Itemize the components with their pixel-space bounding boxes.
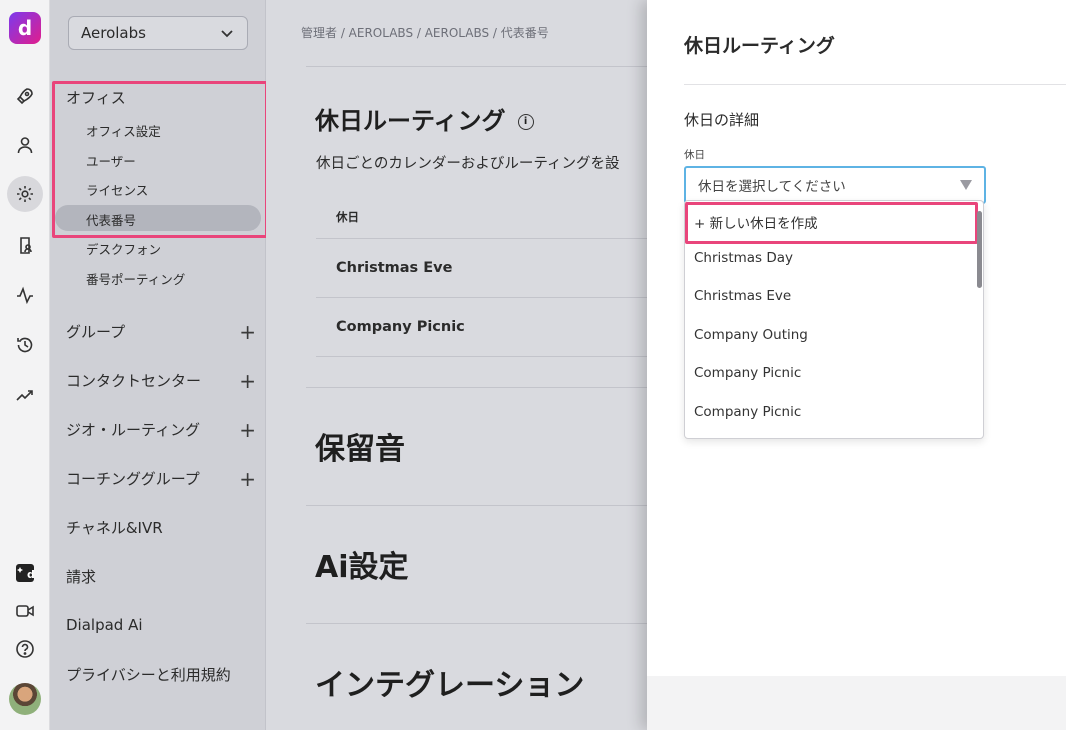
clipboard-person-icon[interactable] — [9, 229, 41, 261]
table-row[interactable]: Company Picnic — [336, 319, 465, 335]
gear-icon[interactable] — [7, 176, 43, 212]
main-content: 管理者 / AEROLABS / AEROLABS / 代表番号 休日ルーティン… — [266, 0, 647, 730]
list-item[interactable]: Company Outing — [694, 327, 808, 343]
nav-contact-center-label: コンタクトセンター — [66, 372, 202, 390]
holiday-routing-title-text: 休日ルーティング — [315, 107, 506, 135]
rocket-icon[interactable] — [9, 80, 41, 112]
svg-text:d: d — [27, 568, 35, 581]
nav-users[interactable]: ユーザー — [86, 151, 136, 170]
holiday-select[interactable]: 休日を選択してください — [684, 166, 986, 204]
divider — [684, 84, 1066, 85]
nav-geo-routing-label: ジオ・ルーティング — [66, 421, 201, 439]
nav-channels-ivr[interactable]: チャネル&IVR — [66, 517, 256, 538]
trend-icon[interactable] — [9, 379, 41, 411]
nav-office[interactable]: オフィス — [66, 87, 126, 108]
nav-privacy-terms[interactable]: プライバシーと利用規約 — [66, 664, 256, 685]
activity-icon[interactable] — [9, 279, 41, 311]
plus-icon[interactable]: + — [239, 322, 256, 342]
list-item[interactable]: Christmas Eve — [694, 288, 791, 304]
holiday-routing-title: 休日ルーティング i — [315, 101, 534, 136]
info-icon[interactable]: i — [517, 114, 534, 130]
plus-icon[interactable]: + — [239, 420, 256, 440]
dialpad-logo-icon[interactable]: d — [9, 12, 41, 44]
holiday-dropdown-list: + 新しい休日を作成 Christmas Day Christmas Eve C… — [684, 200, 984, 439]
nav-contact-center[interactable]: コンタクトセンター + — [66, 370, 256, 391]
holiday-routing-description: 休日ごとのカレンダーおよびルーティングを設 — [316, 156, 620, 172]
nav-dialpad-ai[interactable]: Dialpad Ai — [66, 616, 256, 634]
nav-coaching-groups-label: コーチンググループ — [66, 470, 200, 488]
plus-icon[interactable]: + — [239, 469, 256, 489]
nav-groups-label: グループ — [66, 323, 126, 341]
divider — [316, 297, 647, 298]
drawer-footer — [647, 676, 1066, 730]
table-header-holiday: 休日 — [336, 210, 359, 224]
nav-number-porting[interactable]: 番号ポーティング — [86, 269, 185, 288]
nav-groups[interactable]: グループ + — [66, 321, 256, 342]
divider — [316, 356, 647, 357]
divider — [306, 623, 647, 624]
dropdown-caret-icon — [960, 180, 972, 190]
person-icon[interactable] — [9, 129, 41, 161]
nav-privacy-terms-label: プライバシーと利用規約 — [66, 666, 231, 684]
holiday-routing-drawer: 休日ルーティング 休日の詳細 休日 休日を選択してください + 新しい休日を作成… — [647, 0, 1066, 730]
settings-sidebar: Aerolabs オフィス オフィス設定 ユーザー ライセンス 代表番号 デスク… — [50, 0, 268, 730]
ai-settings-title: Ai設定 — [315, 550, 409, 585]
nav-dialpad-ai-label: Dialpad Ai — [66, 616, 143, 634]
dialpad-ai-icon[interactable]: d — [9, 557, 41, 589]
nav-main-line[interactable]: 代表番号 — [86, 210, 136, 229]
hold-music-title: 保留音 — [315, 432, 405, 467]
org-selector[interactable]: Aerolabs — [68, 16, 248, 50]
nav-geo-routing[interactable]: ジオ・ルーティング + — [66, 419, 256, 440]
list-item[interactable]: Company Picnic — [694, 404, 801, 420]
history-icon[interactable] — [9, 329, 41, 361]
help-icon[interactable] — [9, 633, 41, 665]
breadcrumb: 管理者 / AEROLABS / AEROLABS / 代表番号 — [301, 26, 549, 40]
divider — [306, 387, 647, 388]
drawer-title: 休日ルーティング — [684, 35, 835, 57]
nav-licenses[interactable]: ライセンス — [86, 180, 148, 199]
nav-coaching-groups[interactable]: コーチンググループ + — [66, 468, 256, 489]
table-row[interactable]: Christmas Eve — [336, 260, 452, 276]
divider — [316, 238, 647, 239]
chevron-down-icon — [221, 30, 233, 38]
holiday-field-label: 休日 — [684, 149, 705, 161]
holiday-select-placeholder: 休日を選択してください — [698, 179, 846, 195]
dropdown-scrollbar[interactable] — [977, 211, 982, 288]
nav-office-settings[interactable]: オフィス設定 — [86, 121, 161, 140]
list-item[interactable]: Christmas Day — [694, 250, 793, 266]
nav-channels-ivr-label: チャネル&IVR — [66, 519, 163, 537]
nav-billing-label: 請求 — [66, 568, 97, 586]
user-avatar[interactable] — [9, 683, 41, 715]
list-item[interactable]: Company Picnic — [694, 365, 801, 381]
integrations-title: インテグレーション — [315, 668, 585, 703]
create-new-holiday-option[interactable]: + 新しい休日を作成 — [694, 212, 818, 232]
plus-icon[interactable]: + — [239, 371, 256, 391]
video-icon[interactable] — [9, 595, 41, 627]
divider — [306, 505, 647, 506]
org-name: Aerolabs — [81, 24, 146, 42]
logo-letter: d — [17, 16, 33, 40]
app-rail: d d — [0, 0, 50, 730]
nav-desk-phones[interactable]: デスクフォン — [86, 239, 161, 258]
divider — [306, 66, 647, 67]
nav-billing[interactable]: 請求 — [66, 566, 256, 587]
holiday-details-heading: 休日の詳細 — [684, 111, 760, 129]
